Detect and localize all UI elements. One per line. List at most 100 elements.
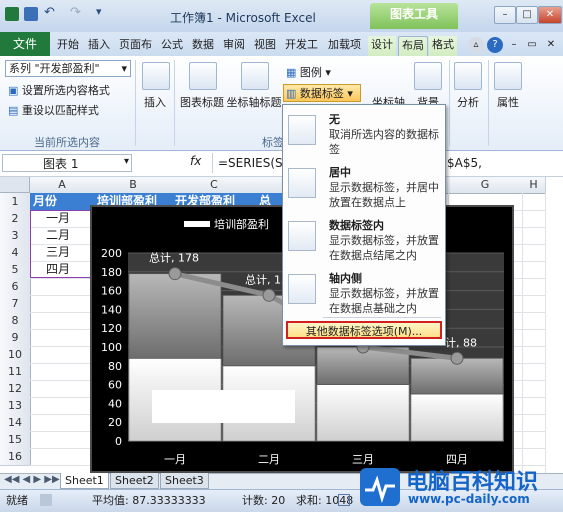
legend-button[interactable]: ▦ 图例 ▾: [286, 64, 331, 80]
chart-title-button[interactable]: 图表标题: [180, 62, 224, 110]
column-header-a[interactable]: A: [30, 177, 95, 194]
menu-separator: [323, 317, 441, 318]
column-header-h[interactable]: H: [522, 177, 546, 194]
row-header-8[interactable]: 8: [0, 312, 31, 330]
axis-title-button[interactable]: 坐标轴标题: [226, 62, 282, 110]
sheet-tab-sheet3[interactable]: Sheet3: [160, 473, 209, 489]
row-header-13[interactable]: 13: [0, 397, 31, 415]
tab-file[interactable]: 文件: [0, 32, 50, 56]
analysis-label: 分析: [457, 96, 479, 109]
tab-design[interactable]: 设计: [368, 36, 396, 56]
row-header-9[interactable]: 9: [0, 329, 31, 347]
customize-qat-icon[interactable]: ▾: [96, 5, 102, 18]
data-labels-icon: ▥: [286, 87, 297, 100]
macro-record-icon[interactable]: [40, 494, 52, 506]
close-button[interactable]: ✕: [538, 6, 562, 24]
y-tick-label: 60: [108, 379, 122, 392]
tab-addins[interactable]: 加载项: [325, 36, 364, 56]
window-restore-icon[interactable]: ▭: [524, 37, 540, 53]
more-data-label-options-button[interactable]: 其他数据标签选项(M)...: [286, 321, 442, 339]
sheet-nav-arrows-icon[interactable]: ◀◀ ◀ ▶ ▶▶: [4, 474, 60, 485]
tab-layout[interactable]: 布局: [398, 36, 428, 57]
menu-item-inside-base[interactable]: 轴内侧 显示数据标签，并放置在数据点基础之内: [283, 264, 445, 316]
properties-icon: [494, 62, 522, 90]
data-labels-button[interactable]: ▥ 数据标签 ▾: [283, 84, 361, 102]
select-all-corner[interactable]: [0, 177, 30, 193]
sheet-tab-sheet1[interactable]: Sheet1: [60, 473, 109, 489]
fx-icon[interactable]: fx: [190, 154, 201, 168]
window-title: 工作簿1 - Microsoft Excel: [170, 11, 316, 25]
chart-text-box[interactable]: [152, 390, 295, 423]
row-header-3[interactable]: 3: [0, 227, 31, 245]
data-label: 计, 88: [445, 336, 477, 349]
background-button[interactable]: 背景: [414, 62, 442, 110]
menu-item-none[interactable]: 无 取消所选内容的数据标签: [283, 105, 445, 157]
formula-input-tail: $A$5,: [447, 156, 482, 170]
column-header-b[interactable]: B: [94, 177, 173, 194]
name-box-chevron-icon[interactable]: ▾: [124, 156, 129, 167]
data-labels-menu: 无 取消所选内容的数据标签 居中 显示数据标签，并居中放置在数据点上 数据标签内…: [282, 104, 446, 346]
workbook-close-icon[interactable]: ✕: [543, 37, 559, 53]
excel-logo-icon: [5, 7, 19, 21]
total-marker: [450, 351, 464, 365]
row-header-6[interactable]: 6: [0, 278, 31, 296]
menu-item-center[interactable]: 居中 显示数据标签，并居中放置在数据点上: [283, 158, 445, 210]
row-header-12[interactable]: 12: [0, 380, 31, 398]
normal-view-icon[interactable]: [338, 494, 350, 506]
row-header-14[interactable]: 14: [0, 414, 31, 432]
row-header-5[interactable]: 5: [0, 261, 31, 279]
row-header-1[interactable]: 1: [0, 193, 31, 211]
row-header-4[interactable]: 4: [0, 244, 31, 262]
gridline: [545, 193, 546, 473]
group-separator: [488, 60, 489, 146]
status-average: 平均值: 87.33333333: [92, 494, 206, 507]
help-icon[interactable]: ?: [487, 37, 503, 53]
y-tick-label: 100: [101, 341, 122, 354]
watermark-url: www.pc-daily.com: [408, 492, 530, 506]
tab-review[interactable]: 审阅: [220, 36, 248, 56]
tab-insert[interactable]: 插入: [85, 36, 113, 56]
name-box[interactable]: 图表 1: [2, 154, 132, 172]
cell-a1[interactable]: 月份: [30, 193, 94, 210]
analysis-icon: [454, 62, 482, 90]
row-header-7[interactable]: 7: [0, 295, 31, 313]
restore-icon[interactable]: –: [506, 37, 522, 53]
total-marker: [168, 267, 182, 281]
properties-button[interactable]: 属性: [494, 62, 522, 110]
maximize-button[interactable]: □: [516, 6, 538, 24]
row-header-15[interactable]: 15: [0, 431, 31, 449]
row-header-16[interactable]: 16: [0, 448, 31, 466]
formula-input[interactable]: =SERIES(S: [218, 156, 283, 170]
menu-item-inside-end[interactable]: 数据标签内 显示数据标签，并放置在数据点结尾之内: [283, 211, 445, 263]
undo-icon[interactable]: ↶: [44, 5, 55, 20]
chart-elements-dropdown[interactable]: 系列 "开发部盈利" ▾: [5, 60, 131, 77]
tab-data[interactable]: 数据: [189, 36, 217, 56]
tab-home[interactable]: 开始: [54, 36, 82, 56]
row-header-10[interactable]: 10: [0, 346, 31, 364]
tab-view[interactable]: 视图: [251, 36, 279, 56]
analysis-button[interactable]: 分析: [454, 62, 482, 110]
redo-icon[interactable]: ↷: [70, 5, 81, 20]
monitor-logo-icon: [360, 468, 400, 506]
help-minimize-ribbon-icon[interactable]: ▵: [468, 37, 484, 53]
sheet-tab-sheet2[interactable]: Sheet2: [110, 473, 159, 489]
row-header-2[interactable]: 2: [0, 210, 31, 228]
reset-style-button[interactable]: ▤ 重设以匹配样式: [8, 102, 99, 118]
column-header-g[interactable]: G: [448, 177, 523, 194]
watermark-logo: 电脑百科知识 www.pc-daily.com: [360, 462, 563, 511]
tab-developer[interactable]: 开发工: [282, 36, 321, 56]
tab-formulas[interactable]: 公式: [158, 36, 186, 56]
format-selection-label: 设置所选内容格式: [21, 84, 110, 97]
format-selection-button[interactable]: ▣ 设置所选内容格式: [8, 82, 110, 98]
minimize-button[interactable]: –: [494, 6, 516, 24]
column-header-c[interactable]: C: [172, 177, 257, 194]
x-tick-label: 二月: [258, 453, 280, 466]
row-header-11[interactable]: 11: [0, 363, 31, 381]
save-icon[interactable]: [24, 7, 38, 21]
group-separator: [135, 60, 136, 146]
tab-page-layout[interactable]: 页面布: [116, 36, 155, 56]
legend-icon: ▦: [286, 66, 297, 79]
tab-format[interactable]: 格式: [429, 36, 457, 56]
insert-button[interactable]: 插入: [142, 62, 170, 109]
y-tick-label: 200: [101, 247, 122, 260]
